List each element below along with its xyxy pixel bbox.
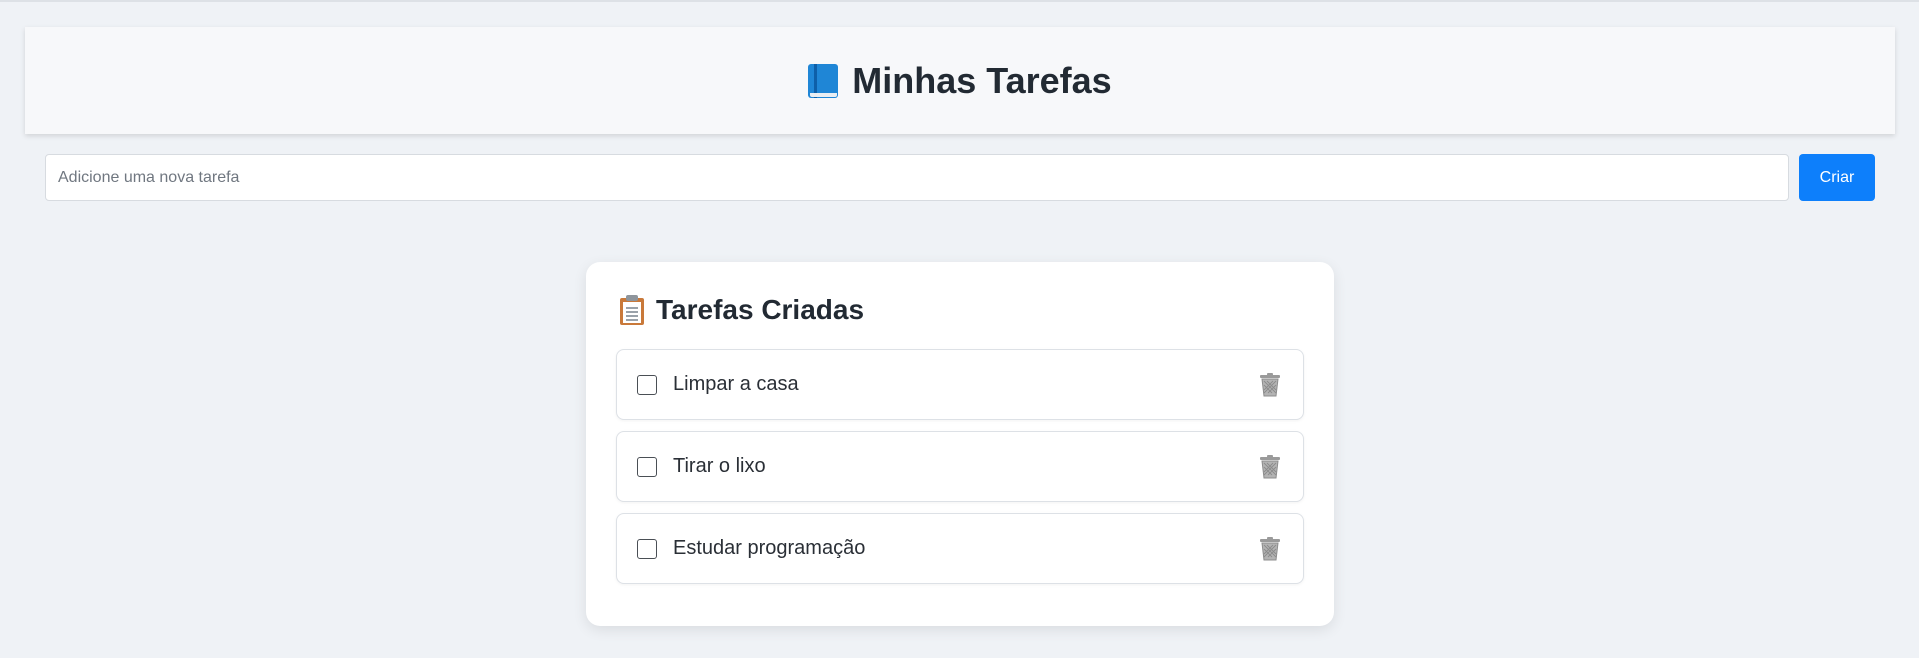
task-item: Estudar programação bbox=[616, 513, 1304, 584]
task-label: Limpar a casa bbox=[673, 373, 799, 395]
blue-book-icon bbox=[808, 63, 839, 98]
create-task-button[interactable]: Criar bbox=[1799, 154, 1875, 201]
new-task-input[interactable] bbox=[45, 154, 1789, 201]
page-header: Minhas Tarefas bbox=[25, 27, 1895, 134]
trash-icon[interactable] bbox=[1257, 536, 1283, 562]
task-checkbox[interactable] bbox=[637, 538, 657, 559]
task-label: Estudar programação bbox=[673, 537, 866, 559]
task-item: Limpar a casa bbox=[616, 349, 1304, 420]
tasks-card: Tarefas Criadas Limpar a casa Tirar o li… bbox=[586, 262, 1334, 626]
task-checkbox[interactable] bbox=[637, 456, 657, 477]
task-checkbox[interactable] bbox=[637, 374, 657, 395]
page-title: Minhas Tarefas bbox=[808, 59, 1112, 102]
trash-icon[interactable] bbox=[1257, 454, 1283, 480]
top-border bbox=[0, 0, 1919, 2]
trash-icon[interactable] bbox=[1257, 372, 1283, 398]
task-list: Limpar a casa Tirar o lixo Estudar progr… bbox=[616, 349, 1304, 595]
tasks-card-title: Tarefas Criadas bbox=[620, 294, 864, 326]
page-title-text: Minhas Tarefas bbox=[852, 59, 1112, 101]
add-task-form: Criar bbox=[45, 154, 1875, 201]
task-label: Tirar o lixo bbox=[673, 455, 766, 477]
task-item: Tirar o lixo bbox=[616, 431, 1304, 502]
clipboard-icon bbox=[620, 295, 644, 325]
tasks-card-title-text: Tarefas Criadas bbox=[656, 294, 865, 325]
